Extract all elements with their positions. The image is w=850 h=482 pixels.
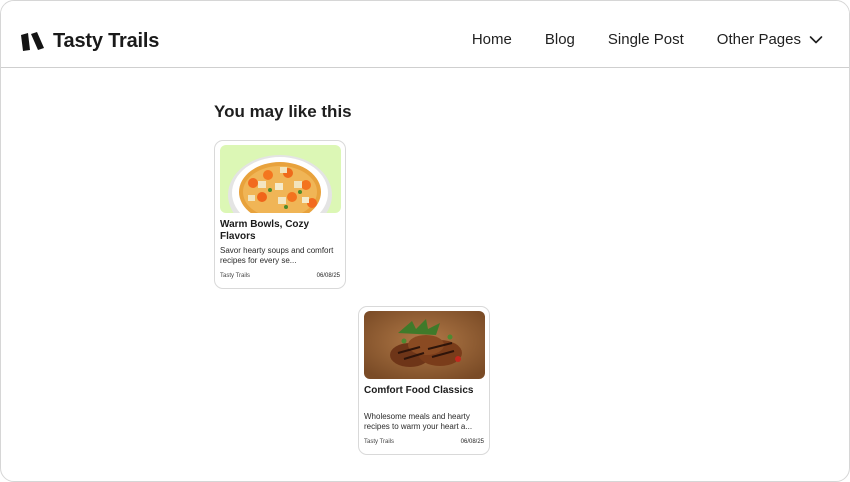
grilled-chicken-image <box>364 311 485 379</box>
post-description: Wholesome meals and hearty recipes to wa… <box>364 412 473 431</box>
post-date: 06/08/25 <box>316 273 340 279</box>
post-author: Tasty Trails <box>364 439 395 445</box>
logo-icon <box>21 32 44 51</box>
logo[interactable]: Tasty Trails <box>19 29 159 53</box>
post-card[interactable]: Warm Bowls, Cozy Flavors Savor hearty so… <box>214 140 346 289</box>
post-author: Tasty Trails <box>220 273 251 279</box>
main-nav: Home Blog Single Post Other Pages <box>439 31 823 48</box>
post-card[interactable]: Comfort Food Classics Wholesome meals an… <box>358 306 490 455</box>
post-title[interactable]: Warm Bowls, Cozy Flavors <box>220 219 342 243</box>
site-header: Tasty Trails Home Blog Single Post Other… <box>1 1 849 68</box>
post-meta: Tasty Trails 06/08/25 <box>220 273 340 279</box>
nav-other-pages[interactable]: Other Pages <box>717 31 823 48</box>
brand-name: Tasty Trails <box>53 29 160 52</box>
nav-blog[interactable]: Blog <box>545 31 575 48</box>
page: Tasty Trails Home Blog Single Post Other… <box>0 0 850 482</box>
section-title: You may like this <box>214 102 352 121</box>
soup-bowl-image <box>220 145 341 213</box>
post-meta: Tasty Trails 06/08/25 <box>364 439 484 445</box>
post-image <box>364 311 485 379</box>
post-description: Savor hearty soups and comfort recipes f… <box>220 246 334 265</box>
post-date: 06/08/25 <box>460 439 484 445</box>
nav-other-pages-label: Other Pages <box>716 31 801 48</box>
nav-home[interactable]: Home <box>472 31 512 48</box>
nav-single-post[interactable]: Single Post <box>608 31 684 48</box>
chevron-down-icon <box>809 35 823 43</box>
post-title[interactable]: Comfort Food Classics <box>364 385 486 397</box>
post-image <box>220 145 341 213</box>
